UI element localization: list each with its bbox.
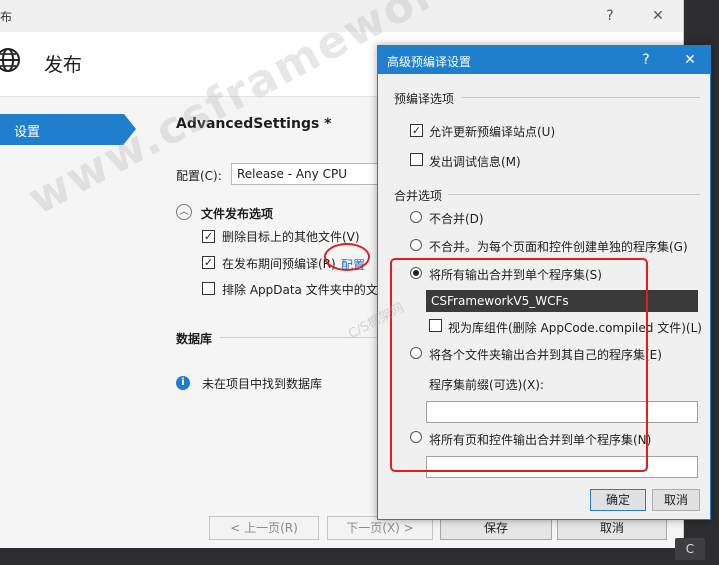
merge-group-label: 合并选项 [394, 189, 443, 203]
highlight-box [390, 258, 648, 472]
window-title: 布 [0, 10, 13, 24]
sidebar-item-label: 设置 [14, 125, 41, 140]
config-dropdown-value: Release - Any CPU [237, 167, 347, 181]
dialog-help-button[interactable]: ? [636, 50, 656, 70]
checkbox-label: 在发布期间预编译(R) [222, 257, 336, 271]
dialog-titlebar: 高级预编译设置 ? ✕ [378, 46, 710, 74]
precompile-group-label: 预编译选项 [394, 92, 455, 106]
help-button[interactable]: ? [600, 6, 620, 26]
checkbox-allow-updates[interactable]: ✓ [410, 124, 423, 137]
collapse-icon[interactable]: ︿ [176, 204, 192, 220]
config-dropdown[interactable]: Release - Any CPU [231, 163, 381, 185]
config-label: 配置(C): [176, 169, 222, 183]
dialog-close-button[interactable]: ✕ [680, 50, 700, 70]
advanced-precompile-dialog: 高级预编译设置 ? ✕ 预编译选项 ✓ 允许更新预编译站点(U) 发出调试信息(… [377, 45, 711, 520]
file-publish-section-title: 文件发布选项 [201, 207, 274, 221]
dialog-cancel-button[interactable]: 取消 [652, 489, 700, 511]
globe-icon [0, 48, 20, 72]
checkbox-label: 排除 AppData 文件夹中的文 [222, 283, 378, 297]
corner-button[interactable]: C [675, 538, 705, 560]
highlight-circle [324, 243, 370, 271]
group-divider [448, 194, 700, 195]
close-button[interactable]: ✕ [648, 6, 668, 26]
checkbox-precompile[interactable]: ✓ [202, 256, 215, 269]
page-title: 发布 [44, 54, 83, 76]
database-label: 数据库 [176, 332, 213, 346]
info-icon: i [176, 376, 190, 390]
radio-label: 不合并。为每个页面和控件创建单独的程序集(G) [429, 240, 688, 254]
radio-label: 不合并(D) [429, 212, 484, 226]
radio-no-merge[interactable] [410, 211, 422, 223]
ok-button[interactable]: 确定 [590, 489, 646, 511]
checkbox-label: 发出调试信息(M) [429, 155, 521, 169]
prev-button[interactable]: < 上一页(R) [209, 516, 319, 540]
checkbox-debug-info[interactable] [410, 153, 423, 166]
radio-no-merge-separate[interactable] [410, 239, 422, 251]
checkbox-exclude-appdata[interactable] [202, 282, 215, 295]
group-divider [462, 97, 700, 98]
dialog-title: 高级预编译设置 [387, 55, 472, 69]
checkbox-label: 允许更新预编译站点(U) [429, 125, 556, 139]
checkbox-delete-extra-files[interactable]: ✓ [202, 230, 215, 243]
ide-background-bottom [0, 548, 719, 565]
database-message: 未在项目中找到数据库 [202, 377, 323, 391]
checkbox-label: 删除目标上的其他文件(V) [222, 230, 360, 244]
